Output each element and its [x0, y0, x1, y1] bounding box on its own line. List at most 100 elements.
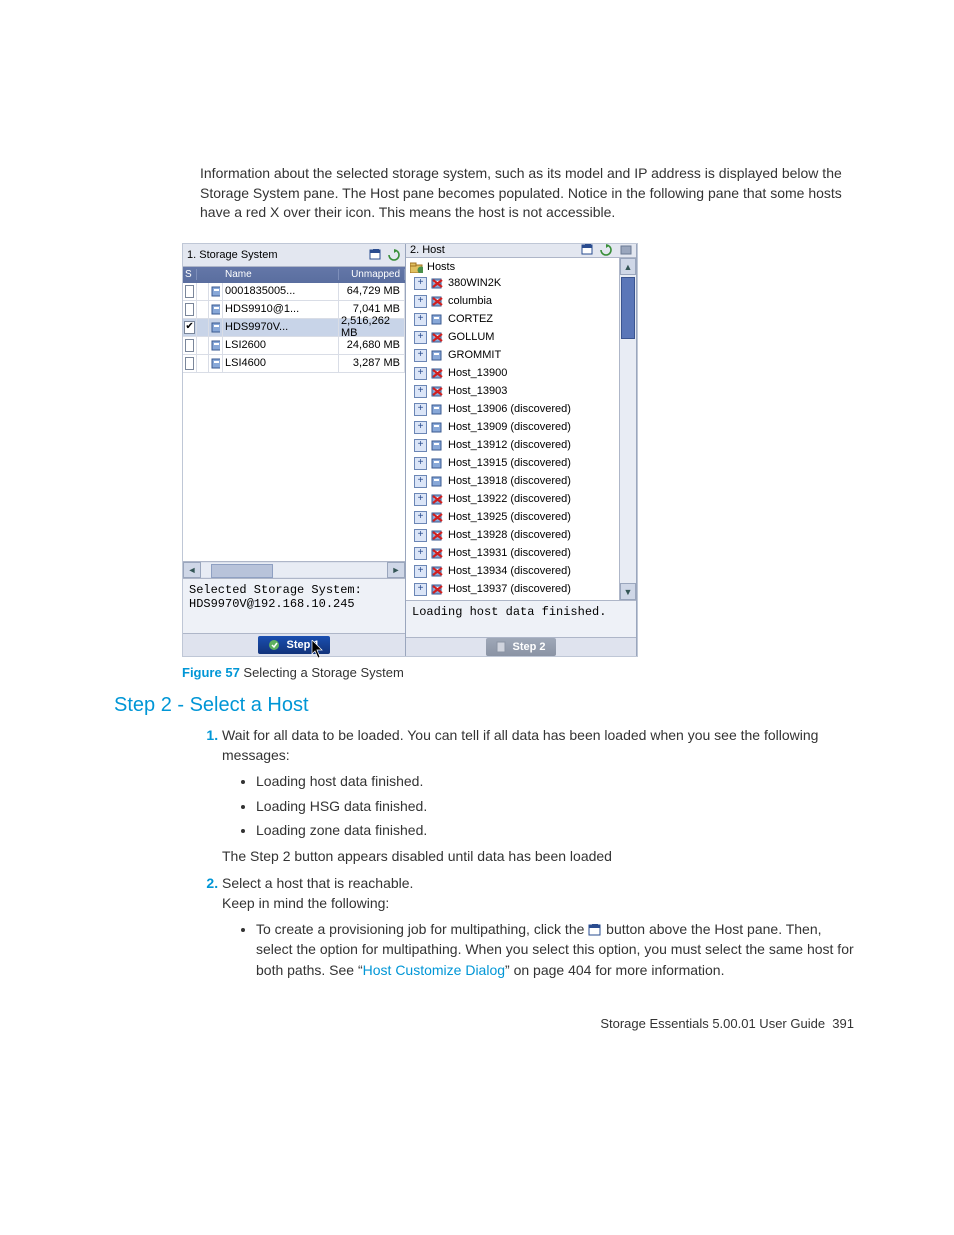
- expand-icon[interactable]: +: [414, 493, 427, 506]
- storage-name: 0001835005...: [223, 283, 339, 300]
- hscrollbar[interactable]: ◄ ►: [183, 561, 405, 578]
- host-label: Host_13918 (discovered): [448, 475, 571, 487]
- step2-heading: Step 2 - Select a Host: [114, 694, 854, 717]
- table-row[interactable]: LSI46003,287 MB: [183, 355, 405, 373]
- storage-name: LSI2600: [223, 337, 339, 354]
- hosts-root[interactable]: Hosts: [406, 260, 619, 274]
- host-customize-icon[interactable]: [581, 244, 594, 256]
- host-icon: [431, 332, 444, 343]
- expand-icon[interactable]: +: [414, 313, 427, 326]
- expand-icon[interactable]: +: [414, 529, 427, 542]
- host-icon: [431, 584, 444, 595]
- expand-icon[interactable]: +: [414, 385, 427, 398]
- expand-icon[interactable]: +: [414, 565, 427, 578]
- bullet-item: Loading HSG data finished.: [256, 796, 854, 816]
- host-label: columbia: [448, 295, 492, 307]
- host-item[interactable]: + GROMMIT: [406, 346, 619, 364]
- scroll-right-button[interactable]: ►: [387, 562, 405, 578]
- host-icon: [431, 458, 444, 469]
- table-row[interactable]: 0001835005...64,729 MB: [183, 283, 405, 301]
- table-row[interactable]: LSI260024,680 MB: [183, 337, 405, 355]
- host-label: GROMMIT: [448, 349, 501, 361]
- scroll-left-button[interactable]: ◄: [183, 562, 201, 578]
- host-label: Host_13903: [448, 385, 507, 397]
- host-item[interactable]: + Host_13934 (discovered): [406, 562, 619, 580]
- expand-icon[interactable]: +: [414, 349, 427, 362]
- host-label: Host_13937 (discovered): [448, 583, 571, 595]
- host-item[interactable]: +Host_13928 (discovered): [406, 526, 619, 544]
- storage-table-header: S Name Unmapped: [183, 267, 405, 283]
- checkbox[interactable]: ✔: [184, 321, 194, 334]
- expand-icon[interactable]: +: [414, 583, 427, 596]
- storage-unmapped: 64,729 MB: [339, 283, 405, 300]
- expand-icon[interactable]: +: [414, 439, 427, 452]
- checkbox[interactable]: [185, 285, 194, 298]
- storage-name: LSI4600: [223, 355, 339, 372]
- host-item[interactable]: + GOLLUM: [406, 328, 619, 346]
- scroll-up-button[interactable]: ▲: [620, 258, 636, 275]
- vscroll-thumb[interactable]: [621, 277, 635, 339]
- bullet-item: Loading host data finished.: [256, 771, 854, 791]
- host-item[interactable]: +380WIN2K: [406, 274, 619, 292]
- expand-icon[interactable]: +: [414, 295, 427, 308]
- customize-icon[interactable]: [369, 249, 382, 261]
- host-icon: [431, 386, 444, 397]
- col-unmapped[interactable]: Unmapped: [339, 269, 405, 280]
- expand-icon[interactable]: +: [414, 547, 427, 560]
- step1-button[interactable]: Step 1: [258, 636, 329, 654]
- host-item[interactable]: + Host_13918 (discovered): [406, 472, 619, 490]
- host-label: Host_13934 (discovered): [448, 565, 571, 577]
- host-icon: [431, 476, 444, 487]
- host-label: Host_13922 (discovered): [448, 493, 571, 505]
- expand-icon[interactable]: +: [414, 367, 427, 380]
- customize-inline-icon: [588, 924, 602, 936]
- host-item[interactable]: + Host_13922 (discovered): [406, 490, 619, 508]
- expand-icon[interactable]: +: [414, 457, 427, 470]
- host-label: 380WIN2K: [448, 277, 501, 289]
- host-item[interactable]: +Host_13912 (discovered): [406, 436, 619, 454]
- col-select[interactable]: S: [183, 269, 197, 280]
- col-name[interactable]: Name: [223, 269, 339, 280]
- expand-icon[interactable]: +: [414, 511, 427, 524]
- host-item[interactable]: + Host_13903: [406, 382, 619, 400]
- expand-icon[interactable]: +: [414, 331, 427, 344]
- step2-button: Step 2: [486, 638, 555, 656]
- expand-icon[interactable]: +: [414, 475, 427, 488]
- host-item[interactable]: + columbia: [406, 292, 619, 310]
- refresh-icon[interactable]: [388, 249, 401, 261]
- checkbox[interactable]: [185, 357, 194, 370]
- host-item[interactable]: +Host_13931 (discovered): [406, 544, 619, 562]
- host-item[interactable]: + Host_13906 (discovered): [406, 400, 619, 418]
- vscrollbar[interactable]: ▲ ▼: [619, 258, 636, 600]
- intro-paragraph: Information about the selected storage s…: [200, 164, 854, 223]
- list-item-2: Select a host that is reachable. Keep in…: [222, 873, 854, 980]
- host-icon: [431, 278, 444, 289]
- host-item[interactable]: + Host_13937 (discovered): [406, 580, 619, 598]
- host-icon: [431, 404, 444, 415]
- host-item[interactable]: +Host_13915 (discovered): [406, 454, 619, 472]
- host-label: GOLLUM: [448, 331, 494, 343]
- expand-icon[interactable]: +: [414, 403, 427, 416]
- checkbox[interactable]: [185, 303, 194, 316]
- host-label: Host_13906 (discovered): [448, 403, 571, 415]
- checkbox[interactable]: [185, 339, 194, 352]
- host-filter-icon[interactable]: [619, 244, 632, 256]
- expand-icon[interactable]: +: [414, 421, 427, 434]
- hscroll-thumb[interactable]: [211, 564, 273, 578]
- host-item[interactable]: +Host_13909 (discovered): [406, 418, 619, 436]
- host-icon: [431, 440, 444, 451]
- expand-icon[interactable]: +: [414, 277, 427, 290]
- storage-status: Selected Storage System: HDS9970V@192.16…: [183, 578, 405, 633]
- host-tree[interactable]: Hosts +380WIN2K+columbia+CORTEZ+GOLLUM+G…: [406, 258, 619, 600]
- host-refresh-icon[interactable]: [600, 244, 613, 256]
- host-item[interactable]: +CORTEZ: [406, 310, 619, 328]
- scroll-down-button[interactable]: ▼: [620, 583, 636, 600]
- host-item[interactable]: +Host_13925 (discovered): [406, 508, 619, 526]
- hosts-root-icon: [410, 261, 423, 273]
- storage-unmapped: 2,516,262 MB: [339, 319, 405, 336]
- host-item[interactable]: +Host_13900: [406, 364, 619, 382]
- storage-name: HDS9910@1...: [223, 301, 339, 318]
- item2-bullet-1: To create a provisioning job for multipa…: [256, 919, 854, 980]
- host-customize-dialog-link[interactable]: Host Customize Dialog: [363, 962, 505, 978]
- table-row[interactable]: ✔HDS9970V...2,516,262 MB: [183, 319, 405, 337]
